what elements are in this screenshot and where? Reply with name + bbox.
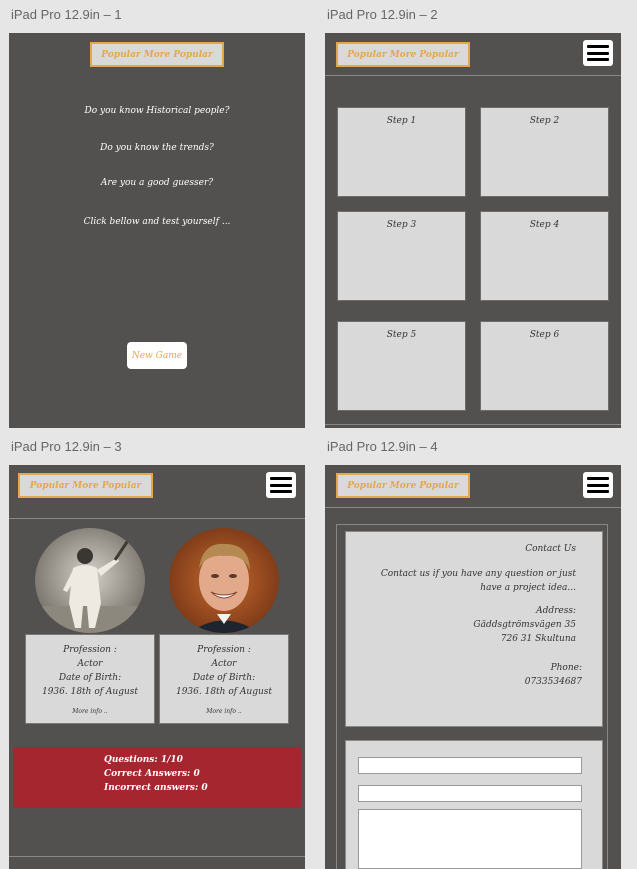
email-input[interactable]: [358, 785, 582, 802]
step-card-1[interactable]: Step 1: [337, 107, 466, 197]
contact-title: Contact Us: [525, 544, 576, 554]
dob-value: 1936. 18th of August: [41, 687, 139, 697]
content-border-top: [336, 524, 608, 525]
address-block: Address: Gäddsgtrömsvägen 35 726 31 Skul…: [473, 604, 576, 646]
contact-intro: Contact us if you have any question or j…: [381, 567, 576, 595]
profession-value: Actor: [211, 659, 237, 669]
more-info-link[interactable]: More info ..: [26, 705, 154, 719]
artboard-steps: Popular More Popular Step 1 Step 2 Step …: [325, 33, 621, 428]
person-photo-1-image: [35, 528, 145, 633]
questions-count: Questions: 1/10: [104, 755, 183, 765]
address-line-2: 726 31 Skultuna: [500, 634, 576, 644]
score-panel: Questions: 1/10 Correct Answers: 0 Incor…: [13, 747, 301, 808]
footer-divider: [9, 856, 305, 857]
step-card-2[interactable]: Step 2: [480, 107, 609, 197]
more-info-link[interactable]: More info ..: [160, 705, 288, 719]
message-textarea[interactable]: [358, 809, 582, 869]
person-photo-2[interactable]: [169, 528, 279, 633]
dob-label: Date of Birth:: [58, 673, 122, 683]
contact-info-panel: Contact Us Contact us if you have any qu…: [345, 531, 603, 727]
correct-answers: Correct Answers: 0: [104, 769, 200, 779]
step-card-4[interactable]: Step 4: [480, 211, 609, 301]
artboard-label-3: iPad Pro 12.9in – 3: [11, 439, 122, 454]
hamburger-menu-icon[interactable]: [266, 472, 296, 498]
incorrect-answers: Incorrect answers: 0: [104, 783, 208, 793]
person-photo-2-image: [169, 528, 279, 633]
artboard-label-1: iPad Pro 12.9in – 1: [11, 7, 122, 22]
step-card-3[interactable]: Step 3: [337, 211, 466, 301]
content-border-right: [607, 524, 608, 869]
contact-intro-line-2: have a project idea...: [480, 583, 576, 593]
profession-label: Profession :: [197, 645, 251, 655]
hamburger-menu-icon[interactable]: [583, 472, 613, 498]
brand-button[interactable]: Popular More Popular: [90, 42, 224, 67]
brand-button[interactable]: Popular More Popular: [336, 42, 470, 67]
artboard-label-4: iPad Pro 12.9in – 4: [327, 439, 438, 454]
address-label: Address:: [536, 606, 576, 616]
contact-form-panel: [345, 740, 603, 869]
footer-divider: [325, 424, 621, 425]
header-divider: [325, 507, 621, 508]
phone-value: 0733534687: [524, 677, 582, 687]
address-line-1: Gäddsgtrömsvägen 35: [473, 620, 576, 630]
brand-button[interactable]: Popular More Popular: [18, 473, 153, 498]
person-card-2: Profession : Actor Date of Birth: 1936. …: [159, 634, 289, 724]
name-input[interactable]: [358, 757, 582, 774]
header-divider: [9, 518, 305, 519]
new-game-button[interactable]: New Game: [127, 342, 187, 369]
home-question-3: Are you a good guesser?: [100, 178, 214, 188]
artboard-label-2: iPad Pro 12.9in – 2: [327, 7, 438, 22]
artboard-game: Popular More Popular Profession: Actor …: [9, 465, 305, 869]
person-photo-1[interactable]: [35, 528, 145, 633]
header-divider: [325, 75, 621, 76]
person-card-1: Profession : Actor Date of Birth: 1936. …: [25, 634, 155, 724]
home-question-2: Do you know the trends?: [100, 143, 214, 153]
dob-label: Date of Birth:: [192, 673, 256, 683]
brand-button[interactable]: Popular More Popular: [336, 473, 470, 498]
step-card-6[interactable]: Step 6: [480, 321, 609, 411]
dob-value: 1936. 18th of August: [175, 687, 273, 697]
step-card-5[interactable]: Step 5: [337, 321, 466, 411]
content-border-left: [336, 524, 337, 869]
artboard-contact: Popular More Popular Contact Us Contact …: [325, 465, 621, 869]
hamburger-menu-icon[interactable]: [583, 40, 613, 66]
phone-block: Phone: 0733534687: [525, 661, 582, 689]
home-question-1: Do you know Historical people?: [84, 106, 230, 116]
contact-intro-line-1: Contact us if you have any question or j…: [380, 569, 576, 579]
home-question-4: Click bellow and test yourself ...: [83, 217, 231, 227]
artboard-home: Popular More Popular Do you know Histori…: [9, 33, 305, 428]
profession-value: Actor: [77, 659, 103, 669]
phone-label: Phone:: [550, 663, 582, 673]
profession-label: Profession :: [63, 645, 117, 655]
